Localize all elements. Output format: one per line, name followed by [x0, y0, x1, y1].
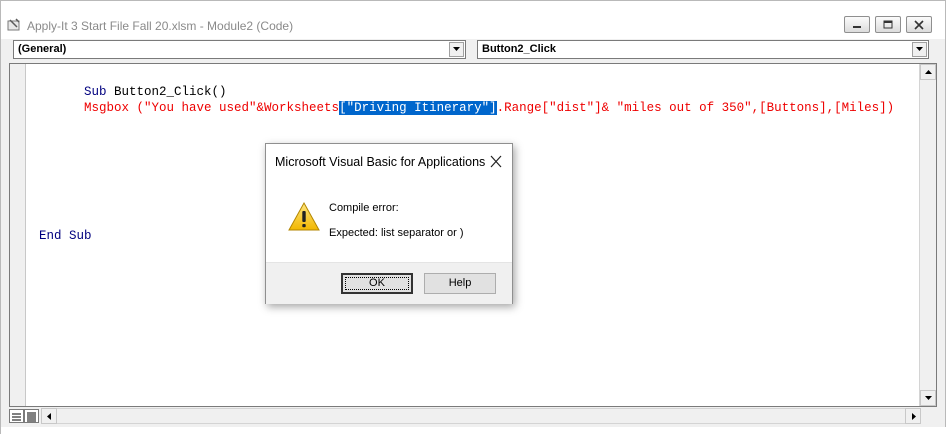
restore-button[interactable] — [875, 16, 901, 33]
scroll-up-button[interactable] — [920, 64, 936, 80]
code-segment-after: .Range["dist"]& "miles out of 350",[Butt… — [496, 101, 895, 115]
bottom-bar — [1, 407, 937, 425]
code-line-end-sub[interactable]: End Sub — [39, 228, 92, 244]
procedure-view-button[interactable] — [9, 409, 24, 423]
close-icon — [914, 20, 924, 30]
restore-icon — [883, 20, 893, 29]
compile-error-dialog: Microsoft Visual Basic for Applications … — [265, 143, 513, 304]
minimize-icon — [853, 26, 861, 28]
help-button[interactable]: Help — [424, 273, 496, 294]
code-line-2-error[interactable]: Msgbox ("You have used"&Worksheets["Driv… — [39, 84, 894, 132]
chevron-up-icon — [925, 70, 932, 74]
procedure-dropdown-value: Button2_Click — [482, 43, 556, 55]
error-detail: Expected: list separator or ) — [329, 227, 464, 239]
scroll-left-button[interactable] — [41, 408, 57, 424]
margin-indicator-bar[interactable] — [10, 64, 26, 406]
error-heading: Compile error: — [329, 202, 399, 214]
selected-error-text: ["Driving Itinerary"] — [339, 101, 497, 115]
vertical-scrollbar[interactable] — [919, 64, 936, 406]
chevron-right-icon — [912, 413, 916, 420]
help-button-label: Help — [448, 277, 472, 289]
dialog-title: Microsoft Visual Basic for Applications — [275, 155, 486, 169]
procedure-dropdown[interactable]: Button2_Click — [477, 40, 929, 59]
object-dropdown-arrow[interactable] — [449, 42, 464, 57]
code-segment-before: Msgbox ("You have used"&Worksheets — [84, 101, 340, 115]
object-dropdown[interactable]: (General) — [13, 40, 466, 59]
scroll-down-button[interactable] — [920, 390, 936, 406]
chevron-down-icon — [925, 396, 932, 400]
focus-ring — [345, 277, 409, 290]
close-window-button[interactable] — [906, 16, 932, 33]
full-module-view-button[interactable] — [24, 409, 39, 423]
object-dropdown-value: (General) — [18, 43, 67, 55]
chevron-left-icon — [47, 413, 51, 420]
horizontal-scrollbar[interactable] — [41, 408, 921, 424]
chevron-down-icon — [453, 47, 460, 51]
dialog-button-bar: OK Help — [266, 262, 512, 304]
minimize-button[interactable] — [844, 16, 870, 33]
scroll-right-button[interactable] — [905, 408, 921, 424]
chevron-down-icon — [916, 47, 923, 51]
full-module-view-icon — [27, 412, 36, 422]
ok-button[interactable]: OK — [341, 273, 413, 294]
warning-icon — [288, 201, 320, 231]
title-bar[interactable]: Apply-It 3 Start File Fall 20.xlsm - Mod… — [1, 1, 945, 39]
procedure-dropdown-arrow[interactable] — [912, 42, 927, 57]
procedure-view-icon — [12, 413, 21, 421]
vba-module-icon — [7, 18, 20, 31]
window-title: Apply-It 3 Start File Fall 20.xlsm - Mod… — [27, 19, 294, 33]
dialog-close-button[interactable] — [486, 153, 506, 171]
